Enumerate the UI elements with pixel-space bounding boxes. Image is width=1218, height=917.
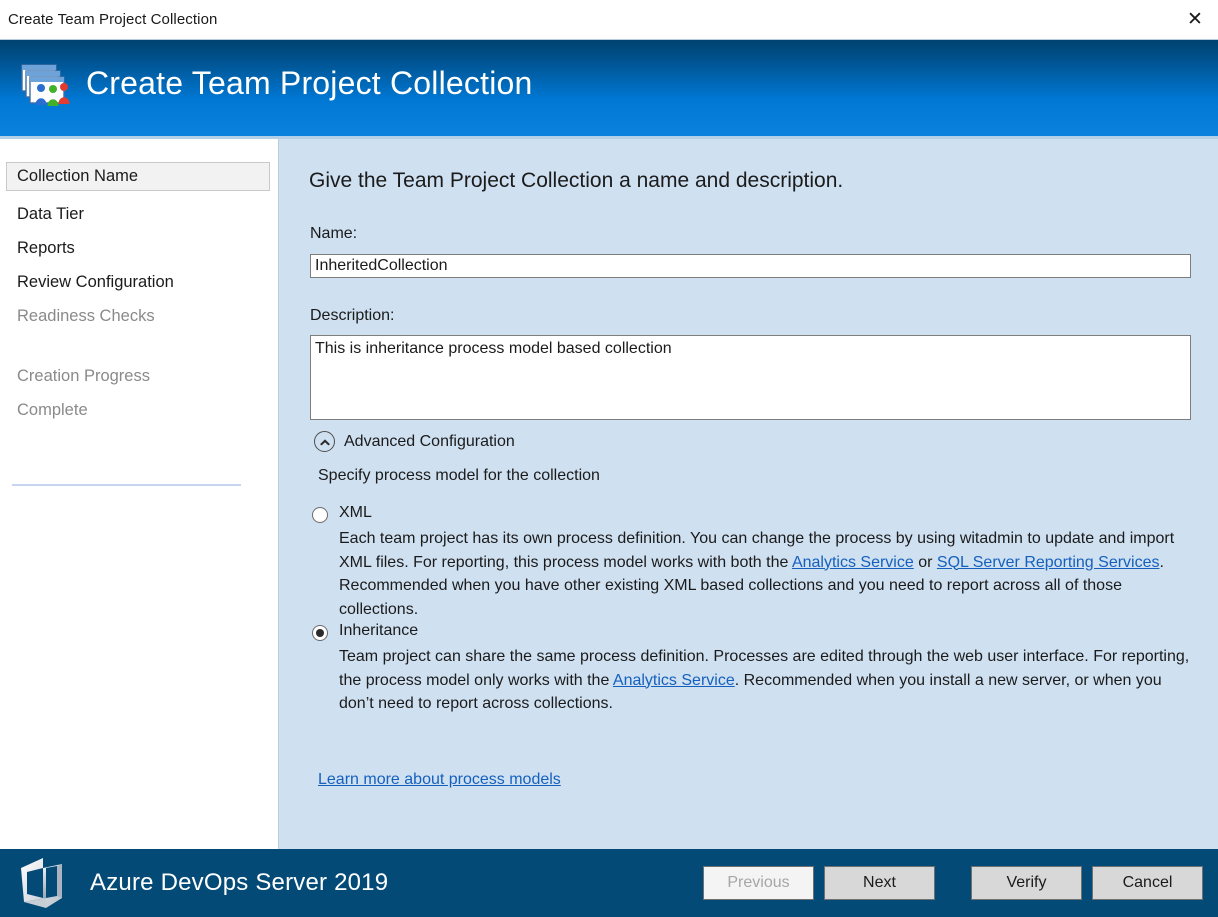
sidebar-item-collection-name[interactable]: Collection Name — [6, 162, 270, 191]
advanced-configuration-label: Advanced Configuration — [344, 433, 515, 451]
radio-xml[interactable] — [312, 507, 328, 523]
xml-description: Each team project has its own process de… — [339, 527, 1192, 621]
process-model-option-inheritance[interactable]: Inheritance — [312, 622, 418, 641]
main-panel: Give the Team Project Collection a name … — [280, 139, 1218, 849]
sidebar-item-data-tier[interactable]: Data Tier — [6, 200, 270, 229]
sidebar-item-label: Creation Progress — [17, 367, 150, 386]
wizard-steps-sidebar: Collection Name Data Tier Reports Review… — [0, 139, 279, 849]
dialog-body: Collection Name Data Tier Reports Review… — [0, 139, 1218, 849]
close-icon: ✕ — [1187, 10, 1203, 29]
sidebar-item-creation-progress: Creation Progress — [6, 362, 270, 391]
close-button[interactable]: ✕ — [1172, 0, 1218, 39]
analytics-service-link-inheritance[interactable]: Analytics Service — [613, 672, 735, 689]
radio-xml-label: XML — [339, 504, 372, 522]
sidebar-item-readiness-checks: Readiness Checks — [6, 302, 270, 331]
xml-desc-part2: or — [914, 554, 937, 571]
sidebar-item-review-configuration[interactable]: Review Configuration — [6, 268, 270, 297]
sidebar-divider — [12, 484, 241, 486]
window-title: Create Team Project Collection — [8, 11, 217, 28]
dialog-header: Create Team Project Collection — [0, 40, 1218, 136]
cancel-button[interactable]: Cancel — [1092, 866, 1203, 900]
analytics-service-link-xml[interactable]: Analytics Service — [792, 554, 914, 571]
sidebar-item-label: Complete — [17, 401, 88, 420]
sidebar-item-label: Readiness Checks — [17, 307, 155, 326]
sql-server-reporting-services-link[interactable]: SQL Server Reporting Services — [937, 554, 1160, 571]
advanced-configuration-toggle[interactable]: Advanced Configuration — [314, 431, 515, 452]
learn-more-link[interactable]: Learn more about process models — [318, 771, 561, 789]
next-button[interactable]: Next — [824, 866, 935, 900]
sidebar-item-reports[interactable]: Reports — [6, 234, 270, 263]
name-label: Name: — [310, 225, 357, 243]
sidebar-item-complete: Complete — [6, 396, 270, 425]
main-heading: Give the Team Project Collection a name … — [309, 169, 843, 193]
description-textarea[interactable]: This is inheritance process model based … — [310, 335, 1191, 420]
process-model-option-xml[interactable]: XML — [312, 504, 372, 523]
azure-devops-logo-icon — [16, 854, 76, 912]
product-name: Azure DevOps Server 2019 — [90, 869, 388, 897]
name-input[interactable] — [310, 254, 1191, 278]
chevron-up-icon — [314, 431, 335, 452]
sidebar-item-label: Collection Name — [17, 167, 138, 186]
radio-inheritance-label: Inheritance — [339, 622, 418, 640]
create-team-project-collection-dialog: Create Team Project Collection ✕ — [0, 0, 1218, 917]
previous-button[interactable]: Previous — [703, 866, 814, 900]
sidebar-item-label: Data Tier — [17, 205, 84, 224]
page-title: Create Team Project Collection — [86, 65, 533, 102]
inheritance-description: Team project can share the same process … — [339, 645, 1192, 716]
verify-button[interactable]: Verify — [971, 866, 1082, 900]
window-titlebar: Create Team Project Collection ✕ — [0, 0, 1218, 40]
description-label: Description: — [310, 307, 394, 325]
team-project-collection-icon — [17, 59, 73, 115]
sidebar-item-label: Review Configuration — [17, 273, 174, 292]
radio-inheritance[interactable] — [312, 625, 328, 641]
process-model-instruction: Specify process model for the collection — [318, 467, 600, 485]
sidebar-item-label: Reports — [17, 239, 75, 258]
